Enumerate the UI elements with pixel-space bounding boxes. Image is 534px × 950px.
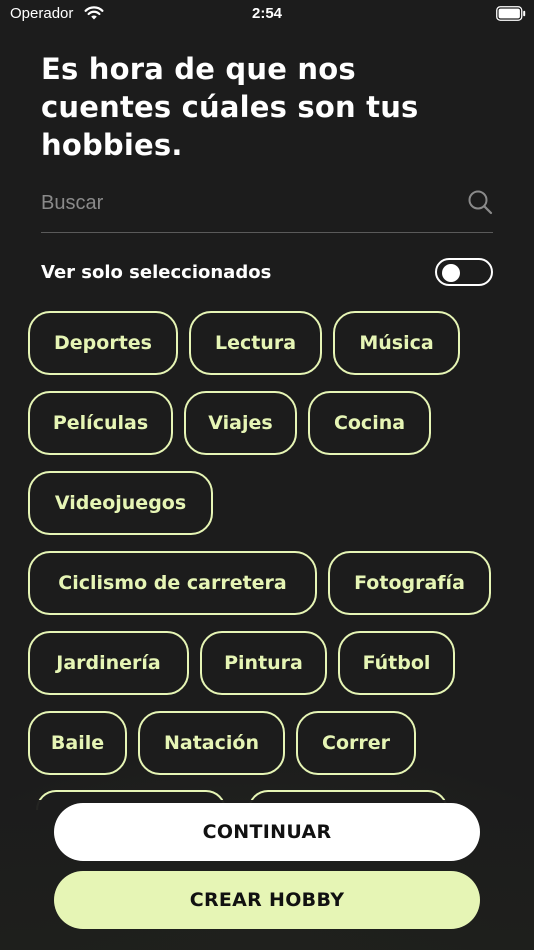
hobby-chip[interactable]: Pintura [200,631,327,695]
hobby-chip[interactable]: Natación [138,711,285,775]
hobby-chip[interactable]: Viajes [184,391,297,455]
hobby-chip[interactable]: Cocina [308,391,431,455]
hobby-chip[interactable]: Fútbol [338,631,455,695]
hobby-chip[interactable]: Películas [28,391,173,455]
hobby-chip[interactable]: Ciclismo de carretera [28,551,317,615]
hobby-chip[interactable]: Jardinería [28,631,189,695]
hobby-chip[interactable]: Correr [296,711,416,775]
hobby-chip[interactable]: Deportes [28,311,178,375]
hobby-chip[interactable]: Videojuegos [28,471,213,535]
create-hobby-button[interactable]: CREAR HOBBY [54,871,480,929]
hobby-chip[interactable]: Baile [28,711,127,775]
hobby-chip[interactable]: Lectura [189,311,322,375]
hobby-chip[interactable]: Música [333,311,460,375]
continue-button[interactable]: CONTINUAR [54,803,480,861]
hobby-chip[interactable]: Fotografía [328,551,491,615]
